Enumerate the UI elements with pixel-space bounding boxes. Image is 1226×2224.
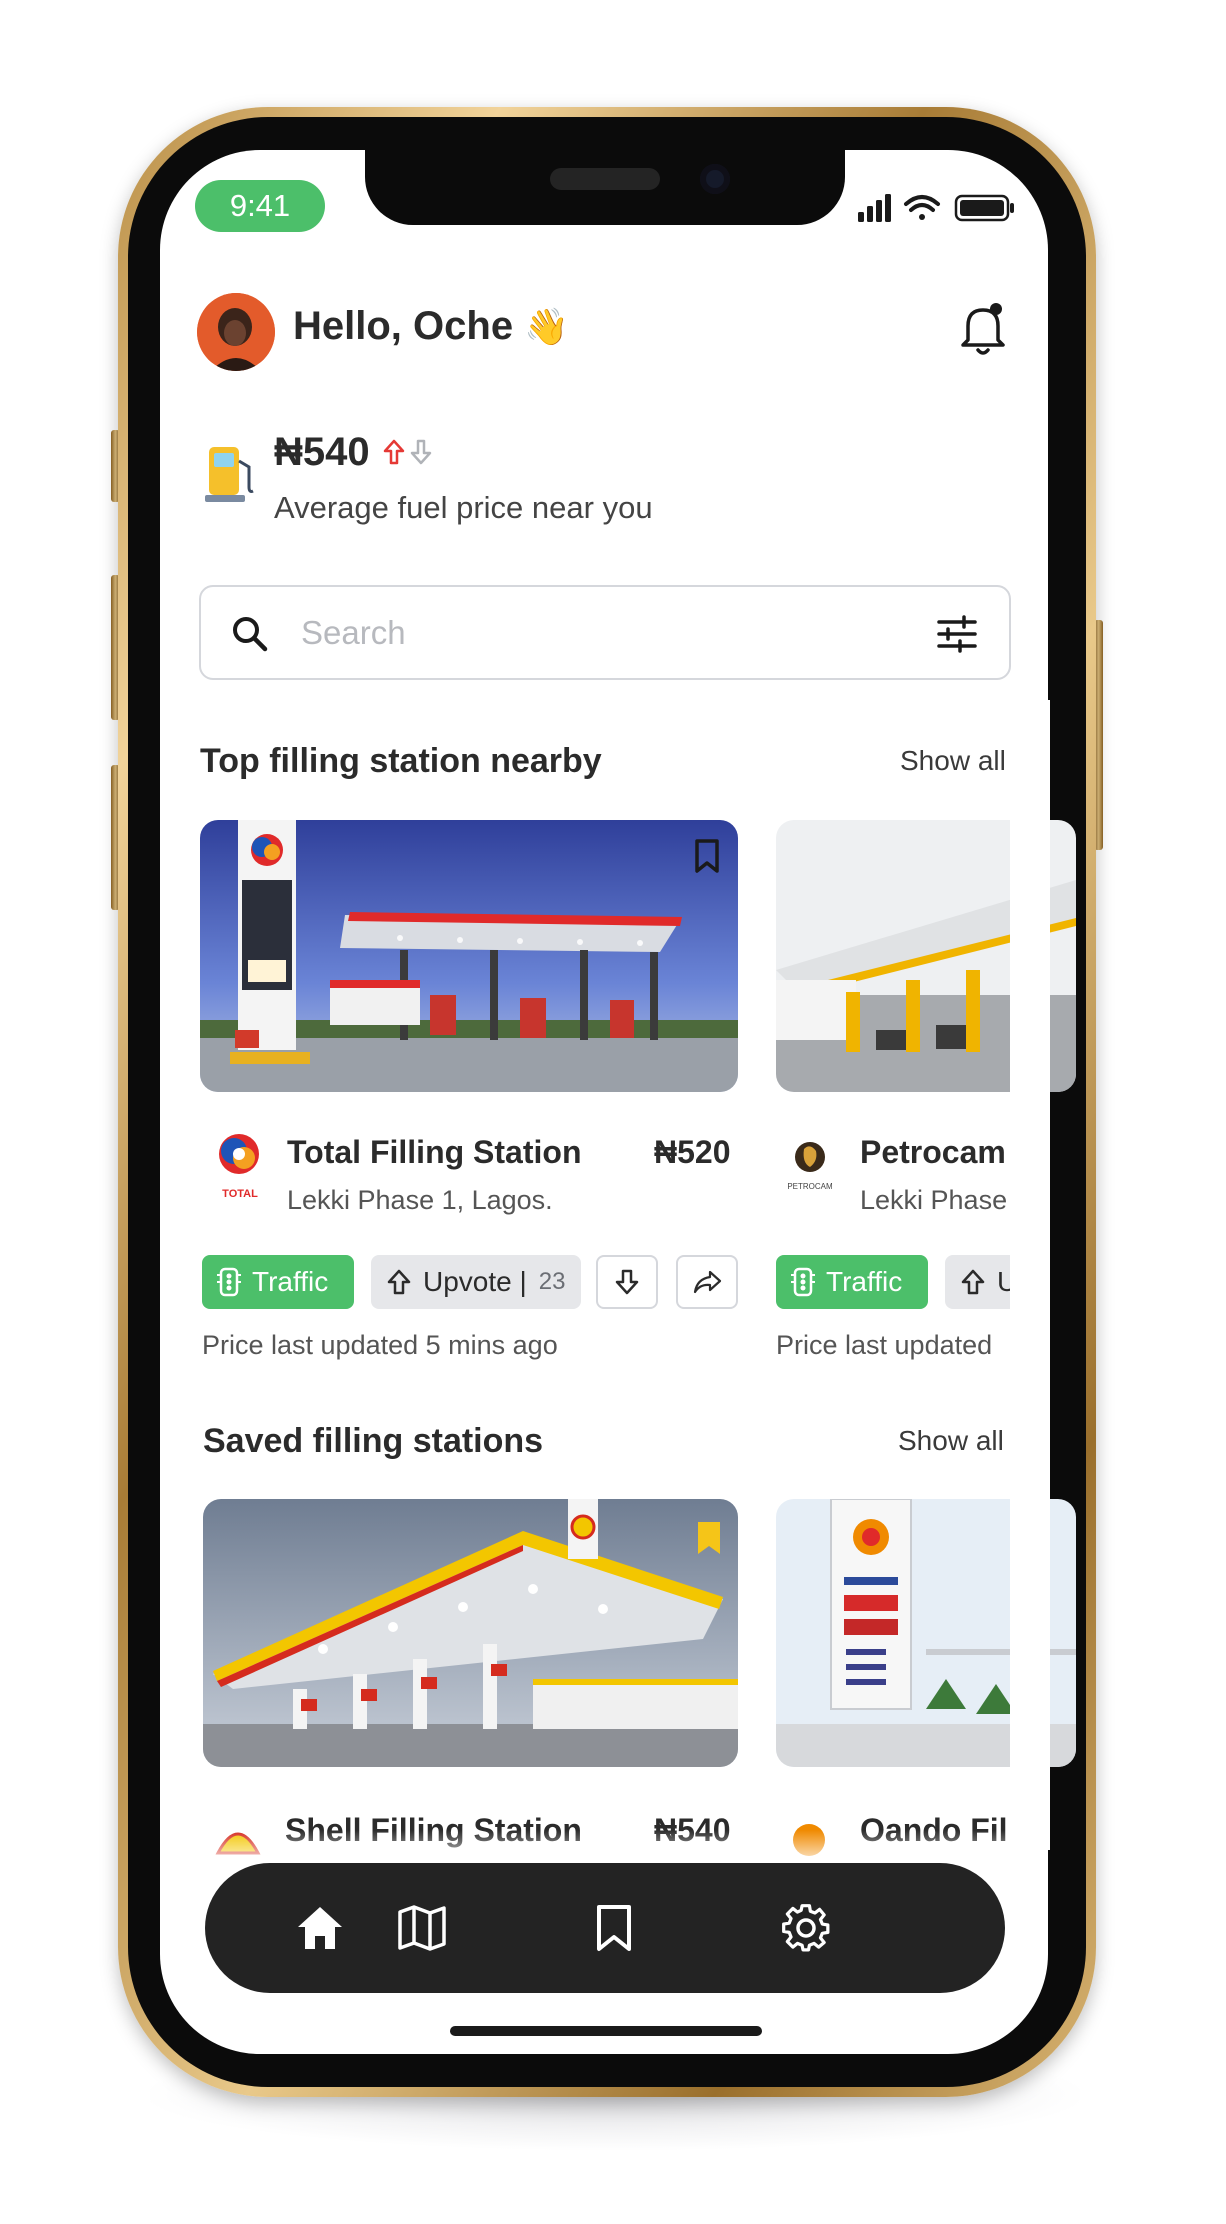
- station-address-total: Lekki Phase 1, Lagos.: [287, 1185, 553, 1215]
- total-logo-icon: [219, 1134, 259, 1174]
- upvote-count: 23: [538, 1268, 566, 1295]
- nav-settings[interactable]: [779, 1901, 833, 1955]
- share-arrow-icon: [693, 1270, 722, 1294]
- notification-bell-icon[interactable]: [960, 300, 1006, 358]
- nav-home[interactable]: [293, 1901, 347, 1955]
- downvote-arrow-icon: [615, 1269, 639, 1295]
- map-icon: [398, 1905, 446, 1951]
- total-station-photo: [200, 820, 738, 1092]
- price-updated-text-petrocam: Price last updated: [776, 1330, 993, 1360]
- fuel-pump-icon: [205, 447, 254, 502]
- petrocam-logo-text: PETROCAM: [787, 1182, 833, 1191]
- average-fuel-price: ₦540: [274, 430, 370, 474]
- average-fuel-label: Average fuel price near you: [274, 490, 653, 525]
- section-title-top-stations: Top filling station nearby: [200, 742, 602, 780]
- show-all-top-stations-link[interactable]: Show all: [900, 745, 1006, 777]
- battery-icon: [954, 194, 1014, 222]
- search-icon: [233, 617, 268, 652]
- status-icons: [858, 194, 1014, 222]
- upvote-arrow-icon: [961, 1269, 985, 1295]
- status-time: 9:41: [195, 180, 325, 232]
- upvote-arrow-icon: [387, 1269, 411, 1295]
- station-photo-shell[interactable]: [203, 1499, 738, 1767]
- price-updated-text-total: Price last updated 5 mins ago: [202, 1330, 558, 1360]
- price-down-arrow-icon: [410, 439, 432, 465]
- traffic-light-icon: [791, 1267, 815, 1297]
- show-all-saved-stations-link[interactable]: Show all: [898, 1425, 1004, 1457]
- bookmark-outline-icon[interactable]: [693, 838, 721, 874]
- search-bar[interactable]: [199, 585, 1011, 680]
- traffic-button-petrocam[interactable]: Traffic: [776, 1255, 928, 1309]
- front-camera: [700, 164, 730, 194]
- total-logo-text: TOTAL: [222, 1188, 258, 1200]
- traffic-button-total[interactable]: Traffic: [202, 1255, 354, 1309]
- station-photo-total[interactable]: [200, 820, 738, 1092]
- avatar-portrait-icon: [197, 293, 275, 371]
- wifi-icon: [904, 195, 940, 220]
- traffic-label: Traffic: [252, 1266, 329, 1297]
- scroll-clip-edge: [1010, 700, 1050, 1850]
- nav-map[interactable]: [395, 1901, 449, 1955]
- traffic-label: Traffic: [826, 1266, 903, 1297]
- section-title-saved-stations: Saved filling stations: [203, 1422, 544, 1460]
- settings-icon: [782, 1904, 830, 1952]
- bottom-navigation-bar: [205, 1863, 1005, 1993]
- station-name-total[interactable]: Total Filling Station: [287, 1134, 581, 1171]
- price-up-arrow-icon: [383, 439, 405, 465]
- avatar[interactable]: [197, 293, 275, 371]
- downvote-button-total[interactable]: [596, 1255, 658, 1309]
- search-input[interactable]: [301, 607, 861, 659]
- share-button-total[interactable]: [676, 1255, 738, 1309]
- nav-saved[interactable]: [587, 1901, 641, 1955]
- earpiece-speaker: [550, 168, 660, 190]
- filter-sliders-icon[interactable]: [936, 615, 978, 653]
- greeting-text: Hello, Oche: [293, 304, 514, 348]
- station-address-petrocam: Lekki Phase: [860, 1185, 1008, 1215]
- station-price-total: ₦520: [654, 1134, 731, 1170]
- bookmark-icon: [597, 1905, 631, 1951]
- upvote-label: Upvote |: [423, 1266, 527, 1297]
- wave-emoji: 👋: [524, 306, 569, 347]
- home-indicator: [450, 2026, 762, 2036]
- shell-station-photo: [203, 1499, 738, 1767]
- traffic-light-icon: [217, 1267, 241, 1297]
- bookmark-filled-icon[interactable]: [695, 1520, 723, 1556]
- signal-icon: [858, 194, 891, 222]
- upvote-button-total[interactable]: Upvote | 23: [371, 1255, 581, 1309]
- home-icon: [298, 1907, 342, 1949]
- station-name-petrocam[interactable]: Petrocam: [860, 1134, 1006, 1171]
